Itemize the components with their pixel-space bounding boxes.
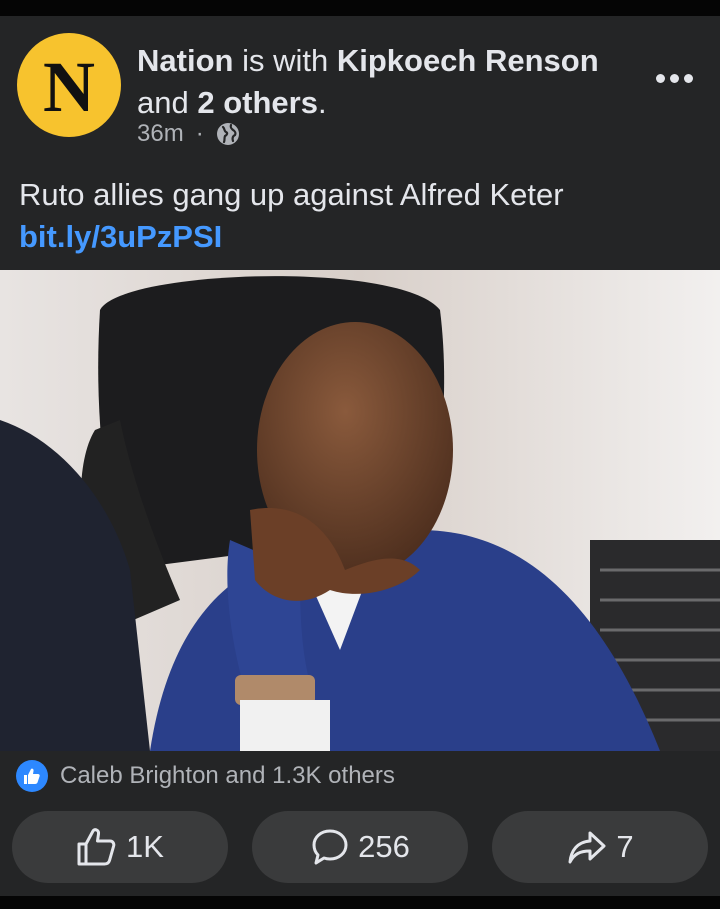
caption-text: Ruto allies gang up against Alfred Keter: [19, 177, 564, 212]
with-text: is with: [242, 43, 329, 78]
comment-bubble-icon: [312, 829, 348, 865]
status-bar-edge: [0, 0, 720, 16]
meta-separator: ·: [195, 120, 204, 147]
bottom-edge: [0, 896, 720, 909]
header-period: .: [317, 85, 327, 120]
share-count: 7: [616, 829, 634, 864]
more-options-icon[interactable]: [656, 74, 693, 83]
post-meta: 36m ·: [137, 120, 240, 148]
facebook-post: N Nation is with Kipkoech Renson and 2 o…: [0, 16, 720, 896]
more-dot: [684, 74, 693, 83]
caption-link[interactable]: bit.ly/3uPzPSI: [19, 219, 222, 254]
post-time[interactable]: 36m: [137, 120, 184, 148]
globe-icon: [216, 123, 239, 145]
thumbs-up-icon: [77, 828, 116, 866]
more-dot: [656, 74, 665, 83]
like-button[interactable]: 1K: [12, 811, 228, 883]
post-caption: Ruto allies gang up against Alfred Keter…: [19, 174, 699, 258]
more-dot: [670, 74, 679, 83]
reactions-text: Caleb Brighton and 1.3K others: [60, 762, 395, 789]
others-link[interactable]: 2 others: [197, 85, 318, 120]
tagged-person-link[interactable]: Kipkoech Renson: [337, 43, 599, 78]
post-header: Nation is with Kipkoech Renson and 2 oth…: [137, 40, 637, 124]
post-photo[interactable]: [0, 270, 720, 751]
comment-count: 256: [358, 829, 410, 864]
like-reaction-icon: [16, 760, 48, 792]
page-avatar[interactable]: N: [17, 33, 121, 137]
and-text: and: [137, 85, 189, 120]
comment-button[interactable]: 256: [252, 811, 468, 883]
reactions-summary[interactable]: Caleb Brighton and 1.3K others: [16, 760, 395, 792]
like-count: 1K: [126, 829, 164, 864]
photo-illustration: [0, 270, 720, 751]
share-arrow-icon: [568, 831, 606, 864]
share-button[interactable]: 7: [492, 811, 708, 883]
post-actions: 1K 256 7: [12, 811, 708, 883]
avatar-logo-letter: N: [43, 47, 95, 127]
page-name-link[interactable]: Nation: [137, 43, 233, 78]
